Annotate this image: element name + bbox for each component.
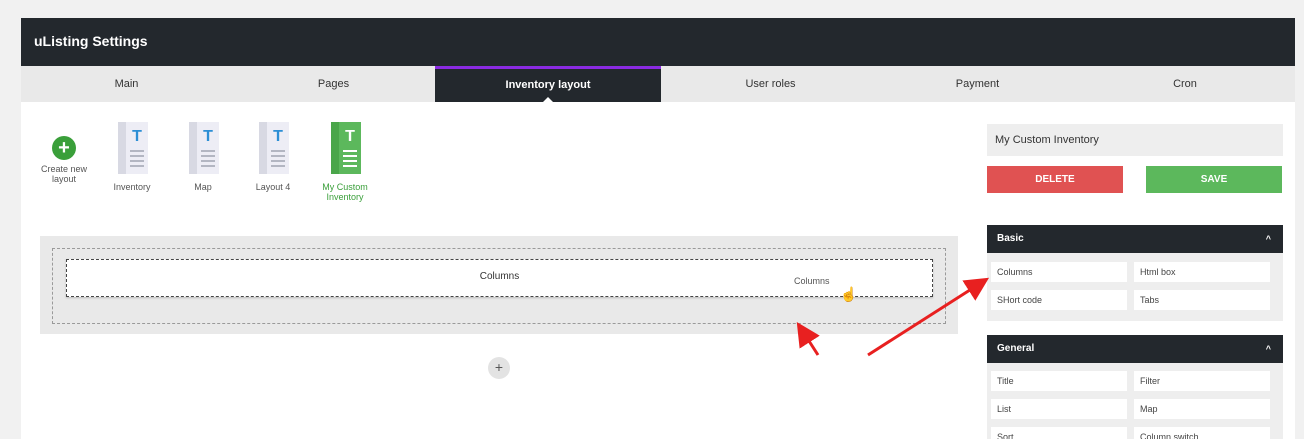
chevron-up-icon[interactable]: ^ [1266, 335, 1271, 363]
basic-panel-header[interactable]: Basic ^ [987, 225, 1283, 253]
tab-inventory-layout[interactable]: Inventory layout [435, 66, 661, 103]
tab-pages[interactable]: Pages [232, 66, 435, 102]
save-button[interactable]: SAVE [1146, 166, 1282, 193]
layout-document-icon: T [189, 122, 219, 174]
layout-label: My Custom Inventory [322, 182, 368, 202]
basic-panel: Basic ^ Columns Html box SHort code Tabs [987, 225, 1283, 321]
element-title[interactable]: Title [991, 371, 1127, 391]
tab-cron[interactable]: Cron [1075, 66, 1295, 102]
create-layout-label: Create new layout [40, 164, 88, 184]
element-map[interactable]: Map [1134, 399, 1270, 419]
element-list[interactable]: List [991, 399, 1127, 419]
top-bar: uListing Settings [21, 18, 1295, 66]
delete-button[interactable]: DELETE [987, 166, 1123, 193]
element-filter[interactable]: Filter [1134, 371, 1270, 391]
tab-main[interactable]: Main [21, 66, 232, 102]
layout-label: Inventory [113, 182, 151, 192]
layout-label: Map [194, 182, 212, 192]
element-column-switch[interactable]: Column switch [1134, 427, 1270, 439]
drag-ghost-label: Columns [794, 276, 830, 286]
basic-panel-title: Basic [997, 233, 1024, 244]
general-panel-title: General [997, 343, 1035, 354]
element-tabs[interactable]: Tabs [1134, 290, 1270, 310]
general-panel-header[interactable]: General ^ [987, 335, 1283, 363]
layout-document-icon: T [331, 122, 361, 174]
element-html-box[interactable]: Html box [1134, 262, 1270, 282]
app-title: uListing Settings [34, 33, 148, 49]
layout-name-field[interactable]: My Custom Inventory [987, 124, 1283, 156]
element-columns[interactable]: Columns [991, 262, 1127, 282]
add-row-button[interactable]: + [488, 357, 510, 379]
general-panel: General ^ Title Filter List Map Sort Col… [987, 335, 1283, 439]
layout-label: Layout 4 [255, 182, 291, 192]
plus-circle-icon: + [52, 136, 76, 160]
tab-user-roles[interactable]: User roles [661, 66, 880, 102]
tab-bar: Main Pages Inventory layout User roles P… [21, 66, 1295, 103]
layout-document-icon: T [259, 122, 289, 174]
settings-window: uListing Settings Main Pages Inventory l… [21, 18, 1295, 439]
element-short-code[interactable]: SHort code [991, 290, 1127, 310]
cursor-hand-icon: ☝ [840, 286, 858, 302]
element-sort[interactable]: Sort [991, 427, 1127, 439]
chevron-up-icon[interactable]: ^ [1266, 225, 1271, 253]
layout-document-icon: T [118, 122, 148, 174]
tab-payment[interactable]: Payment [880, 66, 1075, 102]
